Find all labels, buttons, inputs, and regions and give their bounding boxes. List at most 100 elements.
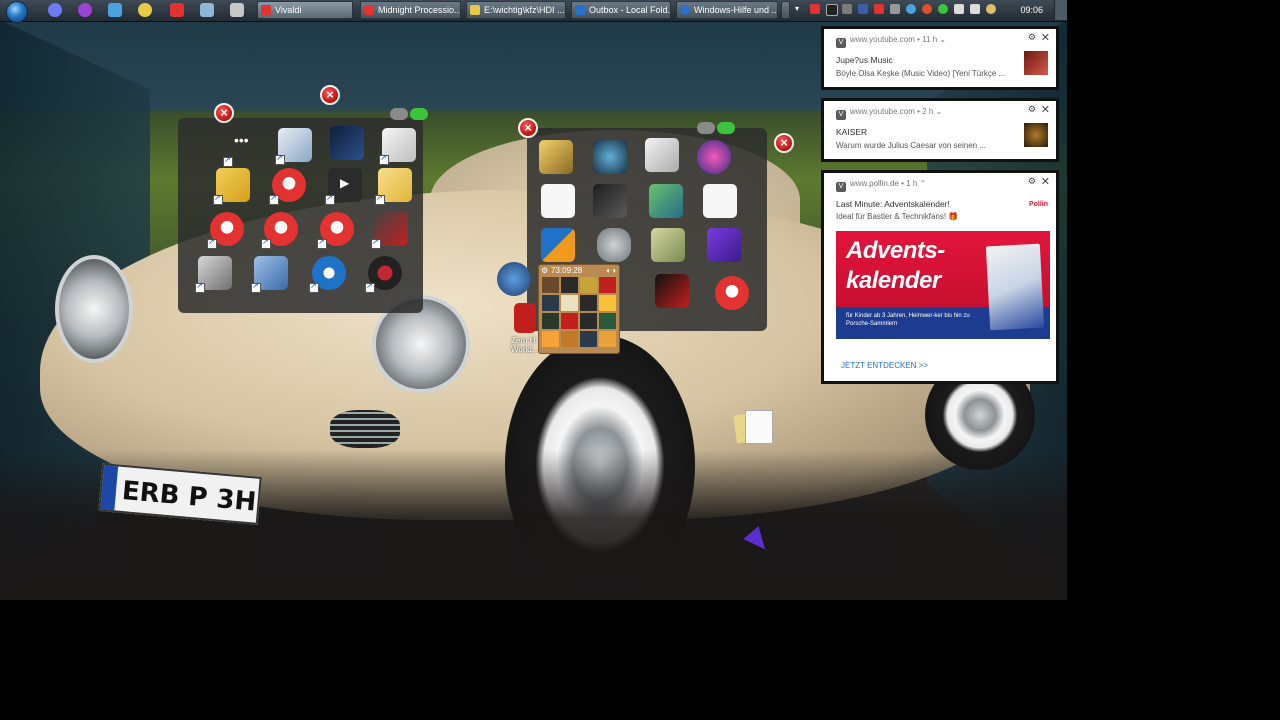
widget-cell	[580, 295, 597, 311]
eye-app-icon[interactable]	[593, 140, 627, 174]
arma-icon[interactable]	[645, 138, 679, 172]
pollin-logo: Pollin	[1029, 201, 1048, 208]
notification-settings-icon[interactable]: ⚙	[1028, 176, 1036, 187]
widget-cell	[561, 313, 578, 329]
vivaldi-snapshot-icon[interactable]	[207, 212, 244, 249]
vivaldi-stable-icon[interactable]	[317, 212, 354, 249]
zero-hour-shortcut-icon[interactable]	[514, 303, 536, 333]
show-desktop-icon[interactable]	[230, 3, 244, 17]
task-midnight[interactable]: Midnight Processio...	[360, 1, 461, 19]
quicklaunch-app-2-icon[interactable]	[78, 3, 92, 17]
nexus-icon[interactable]	[251, 256, 288, 293]
folder-yellow-icon[interactable]	[375, 168, 412, 205]
ad-cta-link[interactable]: JETZT ENTDECKEN >>	[841, 361, 928, 370]
notification-thumbnail	[1024, 51, 1048, 75]
currency-c-icon[interactable]	[707, 228, 741, 262]
vivaldi-browser-icon[interactable]	[715, 276, 749, 310]
task-label: Vivaldi	[275, 5, 302, 15]
notification-pollin[interactable]: Vwww.pollin.de • 1 h ⌃ ⚙ ✕ Last Minute: …	[821, 170, 1059, 384]
notification-source: www.youtube.com	[850, 35, 915, 44]
fence-right-toggle[interactable]	[697, 122, 715, 134]
game-c-icon[interactable]	[371, 212, 408, 249]
task-outbox[interactable]: Outbox - Local Fold...	[571, 1, 671, 19]
tray-steam-icon[interactable]	[826, 4, 838, 16]
globe-shortcut-icon[interactable]	[497, 262, 531, 296]
notification-settings-icon[interactable]: ⚙	[1028, 32, 1036, 43]
notes-desktop-icon[interactable]	[733, 410, 773, 444]
quicklaunch-app-6-icon[interactable]	[200, 3, 214, 17]
notification-close-icon[interactable]: ✕	[1041, 31, 1050, 44]
g-game-icon[interactable]	[655, 274, 689, 308]
clock-widget[interactable]: ⚙ 73:09:28 ◐◑	[538, 264, 620, 354]
heart-app-icon[interactable]	[365, 256, 402, 293]
tray-gear-icon[interactable]	[890, 4, 900, 14]
widget-cell	[599, 331, 616, 347]
fence-left-expand[interactable]	[410, 108, 428, 120]
more-icon[interactable]: •••	[223, 130, 260, 167]
notification-settings-icon[interactable]: ⚙	[1028, 104, 1036, 115]
tray-firefox-icon[interactable]	[922, 4, 932, 14]
people-app-icon[interactable]	[649, 184, 683, 218]
tray-globe-icon[interactable]	[906, 4, 916, 14]
notification-body: Böyle Olsa Keşke (Music Video) [Yeni Tür…	[836, 69, 1006, 78]
fence-left-close-button[interactable]: ×	[214, 103, 234, 123]
tray-network-icon[interactable]	[858, 4, 868, 14]
teamviewer-icon[interactable]	[309, 256, 346, 293]
task-overflow-button[interactable]	[781, 1, 790, 19]
robot-app-icon[interactable]	[651, 228, 685, 262]
widget-cell	[542, 295, 559, 311]
quicklaunch-app-5-icon[interactable]	[170, 3, 184, 17]
taxi-app-icon[interactable]	[539, 140, 573, 174]
tray-volume-icon[interactable]	[810, 4, 820, 14]
tray-monitor-icon[interactable]	[970, 4, 980, 14]
notification-title: Last Minute: Adventskalender!	[836, 199, 950, 209]
tray-app-icon[interactable]	[842, 4, 852, 14]
camera-icon[interactable]	[597, 228, 631, 262]
quicklaunch-app-3-icon[interactable]	[108, 3, 122, 17]
fence-right-expand[interactable]	[717, 122, 735, 134]
widget-settings-icon[interactable]: ⚙	[541, 266, 548, 275]
fence-right-close-button[interactable]: ×	[518, 118, 538, 138]
task-vivaldi[interactable]: Vivaldi	[257, 1, 353, 19]
bng-icon[interactable]	[593, 184, 627, 218]
notification-close-icon[interactable]: ✕	[1041, 175, 1050, 188]
widget-controls-icon[interactable]: ◐◑	[606, 266, 616, 275]
notification-youtube-1[interactable]: Vwww.youtube.com • 11 h ⌄ ⚙ ✕ Jupe?us Mu…	[821, 26, 1059, 90]
notification-youtube-2[interactable]: Vwww.youtube.com • 2 h ⌄ ⚙ ✕ KAISER Waru…	[821, 98, 1059, 162]
blank-document-2-icon[interactable]	[703, 184, 737, 218]
tray-user-icon[interactable]	[986, 4, 996, 14]
quicklaunch-app-4-icon[interactable]	[138, 3, 152, 17]
office-tiles-icon[interactable]	[541, 228, 575, 262]
quicklaunch-app-1-icon[interactable]	[48, 3, 62, 17]
notification-title: Jupe?us Music	[836, 55, 893, 65]
blank-document-icon[interactable]	[541, 184, 575, 218]
counter-strike-icon[interactable]	[195, 256, 232, 293]
zero-hour-label: Zero H World...	[511, 336, 538, 354]
fence-third-close-button[interactable]: ×	[774, 133, 794, 153]
task-explorer[interactable]: E:\wichtig\kfz\HDI ...	[466, 1, 566, 19]
dark-app-icon[interactable]	[330, 126, 364, 160]
start-button[interactable]	[6, 1, 28, 23]
vivaldi-icon[interactable]	[269, 168, 306, 205]
widget-time: 73:09:28	[551, 266, 583, 275]
show-desktop-button[interactable]	[1054, 0, 1067, 20]
notification-close-icon[interactable]: ✕	[1041, 103, 1050, 116]
media-play-icon[interactable]: ▶	[325, 168, 362, 205]
folder-icon[interactable]	[213, 168, 250, 205]
tray-vivaldi-icon[interactable]	[874, 4, 884, 14]
task-label: E:\wichtig\kfz\HDI ...	[484, 5, 565, 15]
ad-banner-image[interactable]: Advents- kalender für Kinder ab 3 Jahren…	[836, 231, 1050, 339]
fence-left[interactable]: ••• ▶	[178, 118, 423, 313]
notification-source: www.pollin.de	[850, 179, 899, 188]
tray-window-icon[interactable]	[954, 4, 964, 14]
fence-top-close-button[interactable]: ×	[320, 85, 340, 105]
colorful-orb-icon[interactable]	[697, 140, 731, 174]
task-help[interactable]: Windows-Hilfe und ...	[676, 1, 778, 19]
vivaldi-beta-icon[interactable]	[261, 212, 298, 249]
fence-left-toggle[interactable]	[390, 108, 408, 120]
document-icon[interactable]	[379, 128, 416, 165]
security-shield-icon[interactable]	[275, 128, 312, 165]
tray-expand-icon[interactable]: ▾	[795, 4, 799, 13]
taskbar-clock[interactable]: 09:06	[1020, 0, 1043, 20]
tray-chrome-icon[interactable]	[938, 4, 948, 14]
